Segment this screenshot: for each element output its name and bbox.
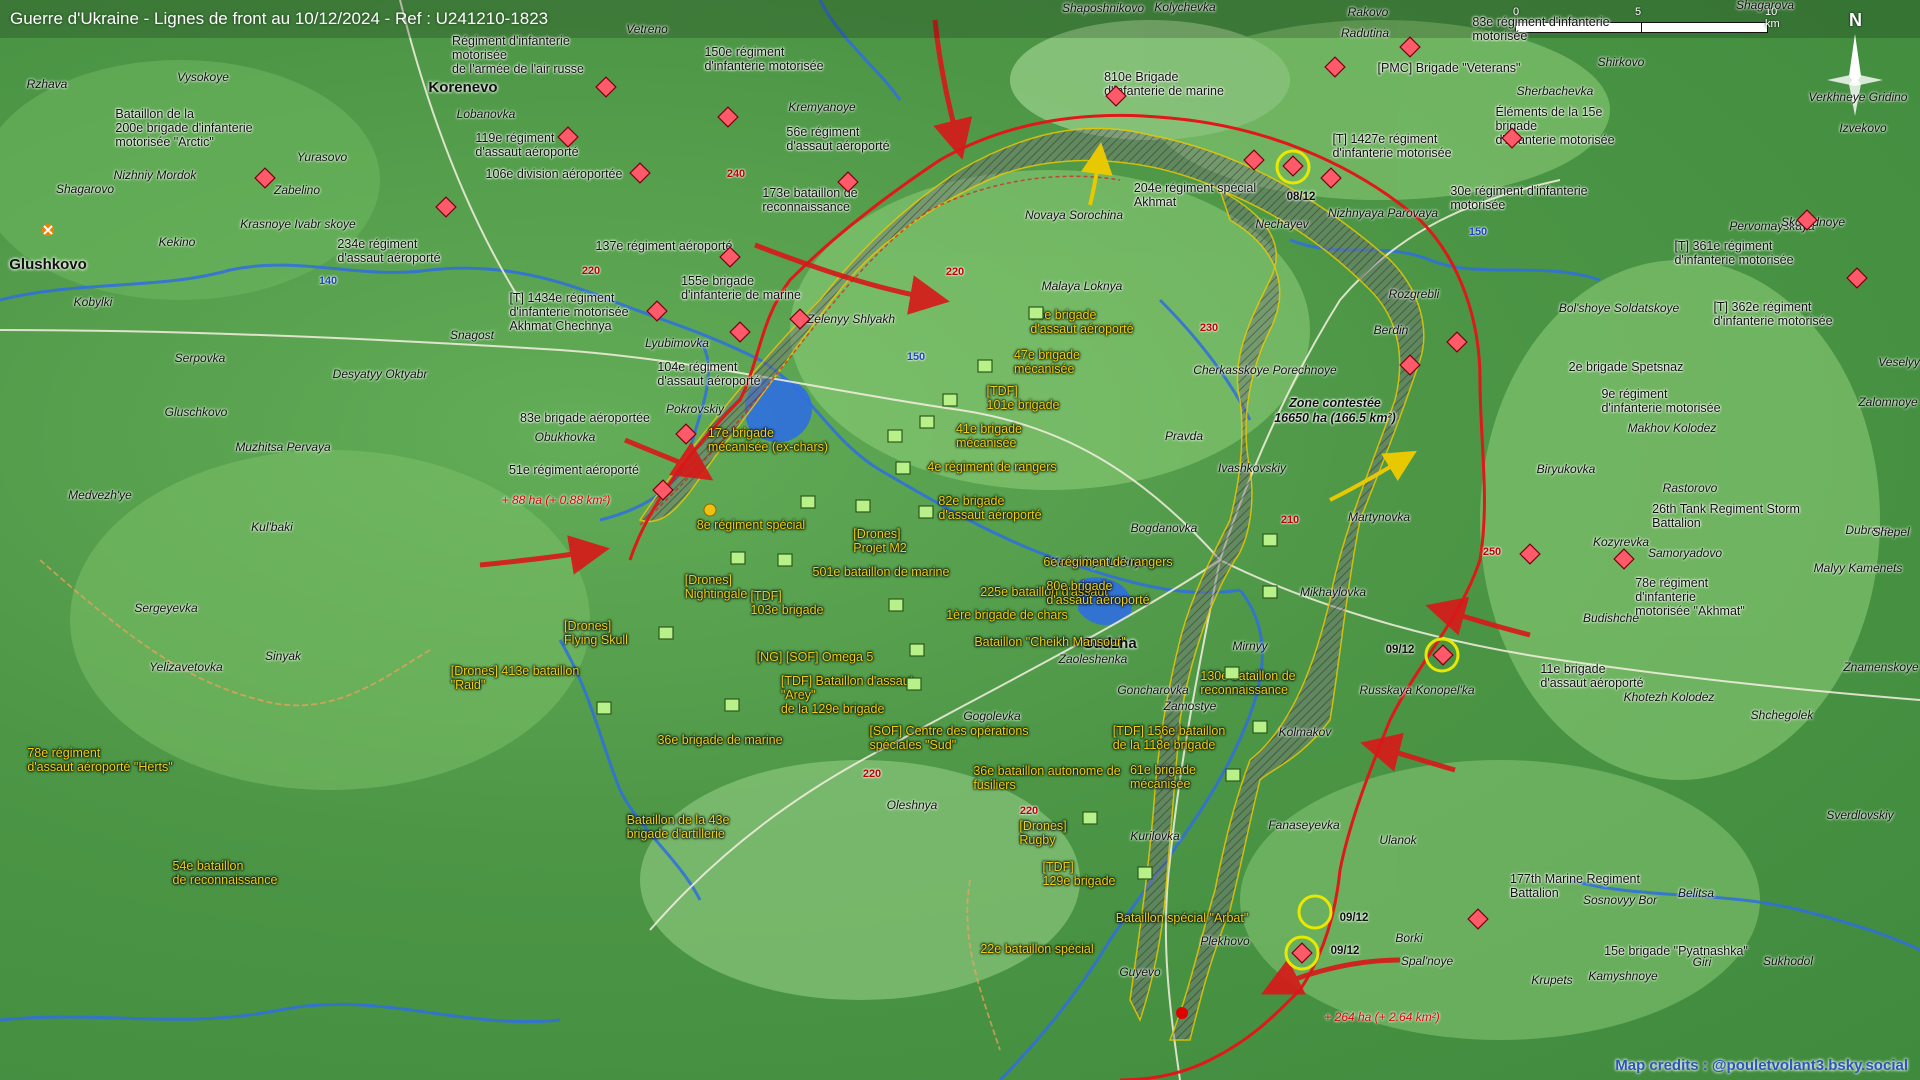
russian-unit-symbol-icon: [629, 162, 651, 184]
map-view[interactable]: Guerre d'Ukraine - Lignes de front au 10…: [0, 0, 1920, 1080]
russian-unit-symbol-icon: [557, 126, 579, 148]
ukrainian-unit-symbol-icon: [777, 553, 793, 567]
russian-unit-symbol-icon: [1399, 36, 1421, 58]
russian-unit-symbol-icon: [435, 196, 457, 218]
russian-unit-symbol-icon: [1282, 155, 1304, 177]
map-credits: Map credits : @pouletvolant3.bsky.social: [1615, 1057, 1908, 1074]
russian-unit-symbol-icon: [1324, 56, 1346, 78]
russian-unit-symbol-icon: [1501, 127, 1523, 149]
ukrainian-unit-symbol-icon: [1262, 585, 1278, 599]
russian-unit-symbol-icon: [254, 167, 276, 189]
russian-unit-symbol-icon: [1399, 354, 1421, 376]
russian-unit-symbol-icon: [1243, 149, 1265, 171]
ukrainian-unit-symbol-icon: [596, 701, 612, 715]
ukrainian-unit-symbol-icon: [942, 393, 958, 407]
ukrainian-unit-symbol-icon: [887, 429, 903, 443]
ukrainian-unit-symbol-icon: [724, 698, 740, 712]
russian-unit-symbol-icon: [789, 308, 811, 330]
russian-unit-symbol-icon: [652, 479, 674, 501]
russian-unit-symbol-icon: [1846, 267, 1868, 289]
unit-symbols: [254, 36, 1868, 964]
ukrainian-unit-symbol-icon: [800, 495, 816, 509]
russian-unit-symbol-icon: [1432, 644, 1454, 666]
russian-unit-symbol-icon: [717, 106, 739, 128]
russian-unit-symbol-icon: [1291, 942, 1313, 964]
ukrainian-unit-symbol-icon: [1252, 720, 1268, 734]
ukrainian-unit-symbol-icon: [888, 598, 904, 612]
ukrainian-unit-symbol-icon: [1225, 768, 1241, 782]
russian-unit-symbol-icon: [719, 246, 741, 268]
russian-unit-symbol-icon: [675, 423, 697, 445]
ukrainian-unit-symbol-icon: [906, 677, 922, 691]
ukrainian-unit-symbol-icon: [895, 461, 911, 475]
russian-unit-symbol-icon: [595, 76, 617, 98]
russian-unit-symbol-icon: [1519, 543, 1541, 565]
ukrainian-unit-symbol-icon: [918, 505, 934, 519]
russian-unit-symbol-icon: [1320, 167, 1342, 189]
ukrainian-unit-symbol-icon: [658, 626, 674, 640]
russian-unit-symbol-icon: [837, 171, 859, 193]
ukrainian-unit-symbol-icon: [909, 643, 925, 657]
russian-unit-symbol-icon: [1467, 908, 1489, 930]
ukrainian-unit-symbol-icon: [730, 551, 746, 565]
russian-unit-symbol-icon: [1796, 209, 1818, 231]
ukrainian-unit-symbol-icon: [919, 415, 935, 429]
ukrainian-unit-symbol-icon: [1224, 666, 1240, 680]
russian-unit-symbol-icon: [1105, 85, 1127, 107]
ukrainian-unit-symbol-icon: [1137, 866, 1153, 880]
ukrainian-unit-symbol-icon: [1262, 533, 1278, 547]
ukrainian-unit-symbol-icon: [1082, 811, 1098, 825]
russian-unit-symbol-icon: [646, 300, 668, 322]
ukrainian-unit-symbol-icon: [977, 359, 993, 373]
russian-unit-symbol-icon: [1446, 331, 1468, 353]
russian-unit-symbol-icon: [729, 321, 751, 343]
russian-unit-symbol-icon: [1613, 548, 1635, 570]
ukrainian-unit-symbol-icon: [855, 499, 871, 513]
ukrainian-unit-symbol-icon: [1028, 306, 1044, 320]
